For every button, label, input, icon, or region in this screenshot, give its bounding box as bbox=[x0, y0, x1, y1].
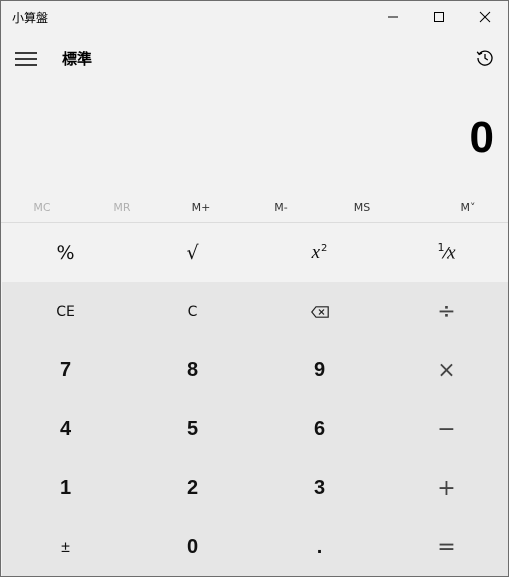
square-button[interactable]: x2 bbox=[256, 223, 383, 282]
history-icon bbox=[476, 50, 493, 66]
digit-8-button[interactable]: 8 bbox=[129, 341, 256, 400]
digit-1-button[interactable]: 1 bbox=[2, 459, 129, 518]
hamburger-menu-icon bbox=[15, 52, 37, 66]
reciprocal-button[interactable]: 1⁄x bbox=[383, 223, 508, 282]
maximize-button[interactable] bbox=[416, 1, 462, 33]
digit-6-label: 6 bbox=[313, 418, 326, 440]
square-root-button[interactable]: √ bbox=[129, 223, 256, 282]
divide-button[interactable]: ÷ bbox=[383, 282, 508, 341]
close-icon bbox=[479, 11, 491, 23]
minimize-button[interactable] bbox=[370, 1, 416, 33]
digit-1-label: 1 bbox=[59, 477, 72, 499]
memory-add-button[interactable]: M+ bbox=[161, 193, 241, 221]
digit-7-label: 7 bbox=[59, 359, 72, 381]
digit-9-button[interactable]: 9 bbox=[256, 341, 383, 400]
negate-label: ± bbox=[61, 538, 70, 556]
square-root-label: √ bbox=[186, 241, 199, 264]
app-title: 小算盤 bbox=[12, 11, 49, 25]
digit-0-button[interactable]: 0 bbox=[129, 518, 256, 576]
history-button[interactable] bbox=[467, 41, 503, 75]
calculator-window: 小算盤 標準 0 MC MR M+ M- MS M˅ % √ x2 1⁄x CE… bbox=[0, 0, 509, 577]
clear-entry-button[interactable]: CE bbox=[2, 282, 129, 341]
result-display: 0 bbox=[469, 113, 494, 162]
digit-0-label: 0 bbox=[186, 536, 199, 558]
digit-5-label: 5 bbox=[186, 418, 199, 440]
clear-button[interactable]: C bbox=[129, 282, 256, 341]
close-button[interactable] bbox=[462, 1, 508, 33]
memory-subtract-button[interactable]: M- bbox=[241, 193, 321, 221]
square-label: x2 bbox=[311, 242, 328, 263]
subtract-label: − bbox=[437, 417, 456, 442]
digit-7-button[interactable]: 7 bbox=[2, 341, 129, 400]
decimal-label: . bbox=[316, 536, 323, 558]
digit-4-label: 4 bbox=[59, 418, 72, 440]
digit-3-button[interactable]: 3 bbox=[256, 459, 383, 518]
digit-9-label: 9 bbox=[313, 359, 326, 381]
digit-8-label: 8 bbox=[186, 359, 199, 381]
digit-4-button[interactable]: 4 bbox=[2, 400, 129, 459]
digit-6-button[interactable]: 6 bbox=[256, 400, 383, 459]
backspace-icon bbox=[310, 305, 329, 318]
menu-button[interactable] bbox=[10, 43, 42, 75]
clear-entry-label: CE bbox=[56, 303, 75, 320]
backspace-button[interactable] bbox=[256, 282, 383, 341]
decimal-button[interactable]: . bbox=[256, 518, 383, 576]
memory-store-button[interactable]: MS bbox=[322, 193, 402, 221]
reciprocal-label: 1⁄x bbox=[437, 240, 456, 264]
digit-5-button[interactable]: 5 bbox=[129, 400, 256, 459]
memory-row: MC MR M+ M- MS M˅ bbox=[1, 193, 508, 221]
maximize-icon bbox=[434, 12, 444, 22]
mode-title: 標準 bbox=[62, 50, 93, 68]
multiply-label: × bbox=[437, 358, 456, 383]
equals-label: = bbox=[437, 535, 456, 560]
percent-label: % bbox=[56, 241, 75, 264]
divide-label: ÷ bbox=[437, 299, 456, 324]
memory-clear-button: MC bbox=[33, 200, 51, 214]
clear-label: C bbox=[187, 303, 198, 320]
add-label: + bbox=[437, 476, 456, 501]
add-button[interactable]: + bbox=[383, 459, 508, 518]
digit-2-label: 2 bbox=[186, 477, 199, 499]
percent-button[interactable]: % bbox=[2, 223, 129, 282]
multiply-button[interactable]: × bbox=[383, 341, 508, 400]
negate-button[interactable]: ± bbox=[2, 518, 129, 576]
digit-3-label: 3 bbox=[313, 477, 326, 499]
equals-button[interactable]: = bbox=[383, 518, 508, 576]
keypad: % √ x2 1⁄x CE C ÷ 7 8 9 × 4 5 6 − 1 2 3 … bbox=[1, 223, 508, 576]
memory-list-button[interactable]: M˅ bbox=[428, 193, 508, 221]
minimize-icon bbox=[388, 16, 398, 18]
subtract-button[interactable]: − bbox=[383, 400, 508, 459]
title-bar: 小算盤 bbox=[1, 1, 508, 33]
memory-recall-button: MR bbox=[113, 200, 131, 214]
digit-2-button[interactable]: 2 bbox=[129, 459, 256, 518]
